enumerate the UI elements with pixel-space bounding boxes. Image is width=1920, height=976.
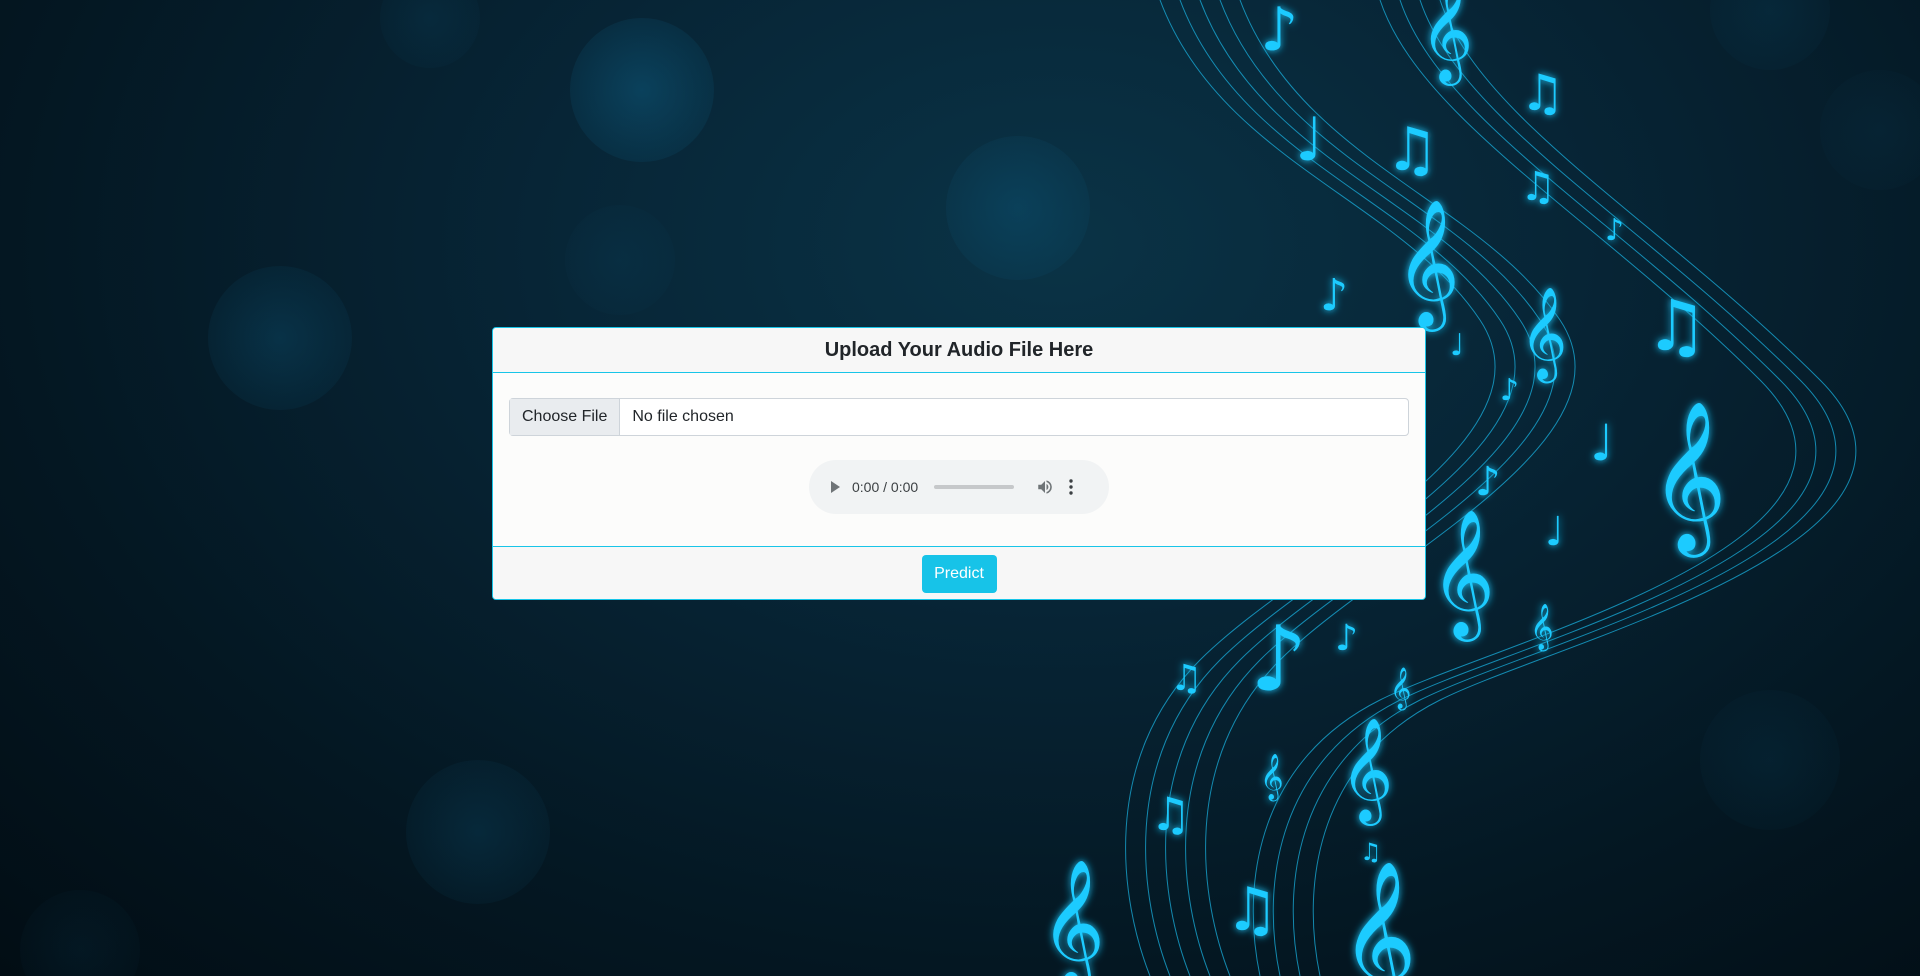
svg-text:♪: ♪	[1260, 0, 1298, 65]
svg-text:♪: ♪	[1320, 270, 1348, 321]
svg-text:♫: ♫	[1385, 115, 1439, 185]
card-header: Upload Your Audio File Here	[493, 328, 1425, 373]
svg-text:♫: ♫	[1520, 64, 1565, 122]
svg-text:♩: ♩	[1590, 414, 1614, 472]
svg-text:♫: ♫	[1150, 787, 1191, 841]
svg-text:♩: ♩	[1545, 509, 1564, 555]
svg-text:♫: ♫	[1170, 658, 1202, 699]
svg-text:♩: ♩	[1450, 328, 1464, 363]
svg-text:♩: ♩	[1295, 105, 1323, 175]
svg-text:𝄞: 𝄞	[1520, 286, 1567, 383]
svg-text:𝄞: 𝄞	[1260, 754, 1284, 802]
svg-text:𝄞: 𝄞	[1390, 667, 1411, 710]
card-title: Upload Your Audio File Here	[824, 338, 1094, 361]
predict-button[interactable]: Predict	[921, 555, 997, 593]
svg-text:𝄞: 𝄞	[1430, 508, 1495, 642]
more-vertical-icon[interactable]	[1068, 479, 1074, 495]
svg-text:♪: ♪	[1605, 213, 1624, 248]
svg-text:♫: ♫	[1645, 285, 1708, 367]
audio-seek-bar[interactable]	[934, 485, 1015, 489]
play-icon[interactable]	[831, 481, 840, 493]
svg-text:♫: ♫	[1520, 164, 1556, 210]
svg-text:𝄞: 𝄞	[1340, 859, 1417, 976]
svg-text:♫: ♫	[1225, 875, 1279, 945]
svg-text:𝄞: 𝄞	[1530, 604, 1554, 652]
svg-text:♪: ♪	[1500, 373, 1519, 408]
upload-card: Upload Your Audio File Here Choose File …	[492, 327, 1426, 600]
card-footer: Predict	[493, 546, 1425, 599]
audio-player[interactable]: 0:00 / 0:00	[809, 460, 1109, 514]
file-status-text: No file chosen	[632, 408, 734, 425]
svg-text:𝄞: 𝄞	[1340, 717, 1393, 826]
svg-text:♪: ♪	[1250, 607, 1307, 712]
svg-text:𝄞: 𝄞	[1650, 399, 1727, 558]
file-input[interactable]: Choose File No file chosen	[509, 398, 1409, 436]
card-body: Choose File No file chosen 0:00 / 0:00	[493, 373, 1425, 546]
svg-text:𝄞: 𝄞	[1420, 0, 1473, 86]
choose-file-button[interactable]: Choose File	[510, 399, 621, 435]
svg-text:𝄞: 𝄞	[1395, 198, 1460, 332]
svg-text:𝄞: 𝄞	[1040, 858, 1105, 976]
audio-time-display: 0:00 / 0:00	[852, 479, 919, 495]
audio-wrapper: 0:00 / 0:00	[509, 460, 1409, 514]
svg-text:♪: ♪	[1335, 618, 1358, 659]
svg-text:♪: ♪	[1475, 459, 1501, 505]
volume-icon[interactable]	[1036, 478, 1054, 496]
